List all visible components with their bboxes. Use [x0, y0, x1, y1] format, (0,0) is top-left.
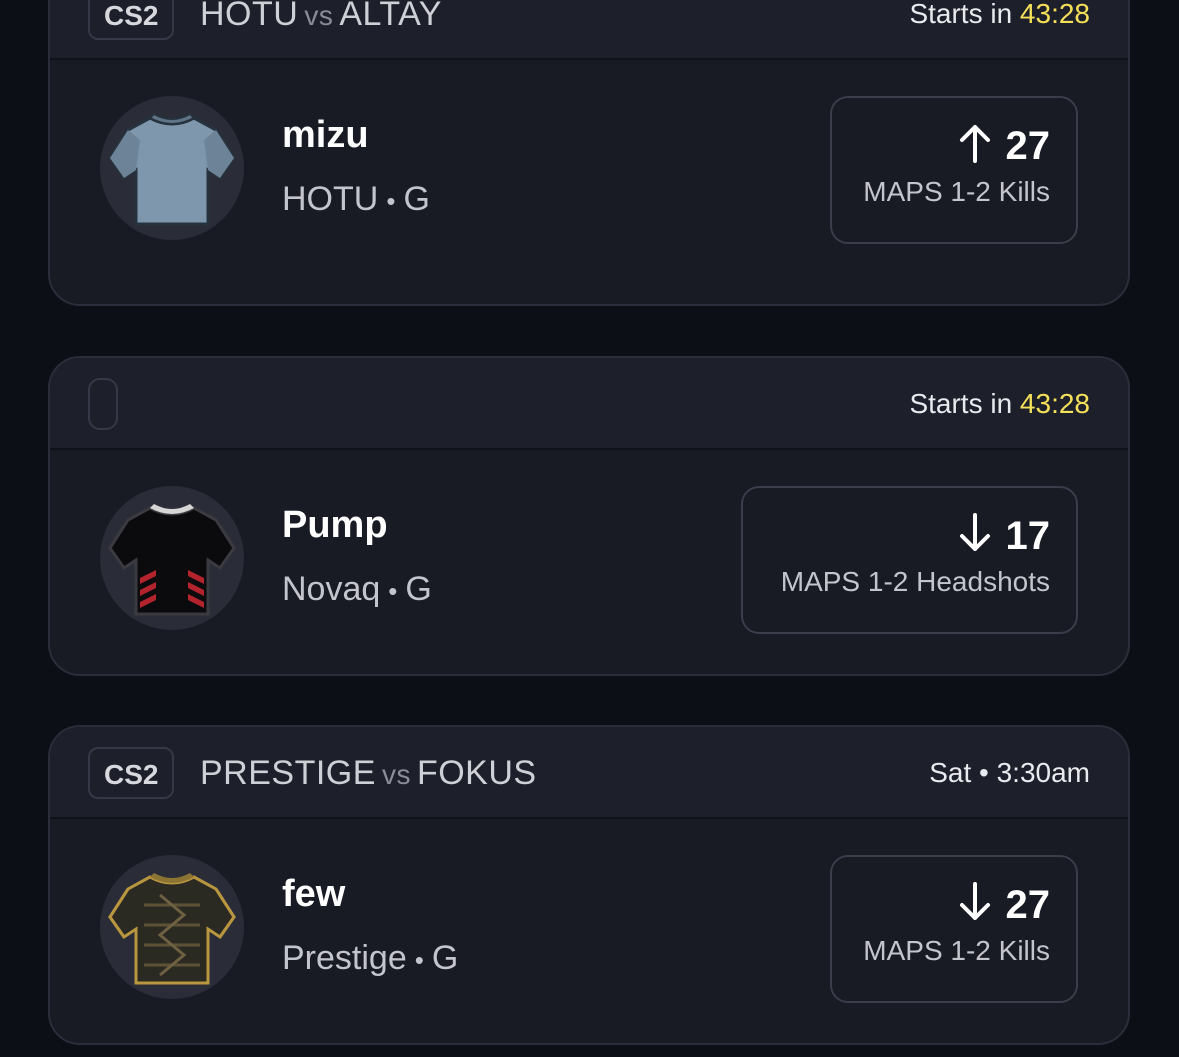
- prop-card-pump[interactable]: Starts in 43:28 Pump Novaq • G 17 MAPS 1…: [48, 356, 1130, 676]
- league-badge: CS2: [88, 747, 175, 799]
- player-team-position: HOTU • G: [282, 180, 430, 219]
- jersey-icon: [108, 873, 236, 985]
- team-a-name: HOTU: [200, 0, 299, 33]
- jersey-avatar: [100, 486, 244, 630]
- prop-card-few[interactable]: CS2 PRESTIGE vs FOKUS Sat • 3:30am few Pre…: [48, 725, 1130, 1045]
- prop-line-value: 27: [1005, 883, 1051, 927]
- prop-stat-label: MAPS 1-2 Kills: [863, 176, 1050, 207]
- player-row: mizu HOTU • G 27 MAPS 1-2 Kills: [50, 60, 1128, 282]
- separator-dot: •: [414, 944, 424, 975]
- player-position: G: [403, 180, 430, 218]
- start-time: Starts in 43:28: [909, 0, 1090, 44]
- player-position: G: [431, 939, 459, 977]
- matchup-title: PRESTIGE vs FOKUS: [200, 743, 537, 803]
- prop-line-button[interactable]: 27 MAPS 1-2 Kills: [830, 96, 1078, 244]
- arrow-up-icon: [959, 125, 990, 163]
- team-b-name: ALTAY: [339, 0, 442, 33]
- prop-line-value-row: 27: [858, 120, 1050, 172]
- player-name: Pump: [282, 504, 388, 546]
- start-time: Sat • 3:30am: [929, 743, 1090, 803]
- prop-line-button[interactable]: 17 MAPS 1-2 Headshots: [741, 486, 1078, 634]
- player-name: mizu: [282, 114, 369, 156]
- player-team-position: Prestige • G: [282, 939, 458, 978]
- jersey-icon: [108, 112, 236, 226]
- player-team: HOTU: [282, 180, 379, 218]
- vs-label: vs: [381, 759, 411, 790]
- match-header: Starts in 43:28: [50, 358, 1128, 450]
- prop-card-mizu[interactable]: CS2 HOTU vs ALTAY Starts in 43:28 mizu HOT…: [48, 0, 1130, 306]
- match-header: CS2 PRESTIGE vs FOKUS Sat • 3:30am: [50, 727, 1128, 819]
- arrow-down-icon: [959, 882, 990, 920]
- prop-stat-label: MAPS 1-2 Headshots: [780, 566, 1050, 597]
- countdown-timer: 43:28: [1019, 388, 1090, 419]
- team-a-name: PRESTIGE: [200, 754, 376, 792]
- player-team: Prestige: [282, 939, 407, 977]
- league-badge-empty: [88, 378, 118, 430]
- jersey-icon: [108, 504, 236, 616]
- jersey-avatar: [100, 855, 244, 999]
- countdown-timer: 43:28: [1019, 0, 1090, 29]
- player-team-position: Novaq • G: [282, 570, 432, 609]
- match-header: CS2 HOTU vs ALTAY Starts in 43:28: [50, 0, 1128, 60]
- player-row: Pump Novaq • G 17 MAPS 1-2 Headshots: [50, 450, 1128, 672]
- matchup-title: HOTU vs ALTAY: [200, 0, 442, 44]
- start-day-time: Sat • 3:30am: [929, 757, 1090, 788]
- prop-line-value-row: 17: [769, 510, 1050, 562]
- prop-line-value: 27: [1005, 124, 1051, 168]
- team-b-name: FOKUS: [416, 754, 537, 792]
- starts-label: Starts in: [909, 388, 1013, 419]
- league-badge: CS2: [88, 0, 175, 40]
- starts-label: Starts in: [909, 0, 1013, 29]
- separator-dot: •: [388, 575, 398, 606]
- player-row: few Prestige • G 27 MAPS 1-2 Kills: [50, 819, 1128, 1041]
- prop-stat-label: MAPS 1-2 Kills: [863, 935, 1050, 966]
- start-time: Starts in 43:28: [909, 374, 1090, 434]
- prop-line-value: 17: [1005, 514, 1051, 558]
- prop-line-value-row: 27: [858, 879, 1050, 931]
- player-name: few: [282, 873, 346, 915]
- prop-line-button[interactable]: 27 MAPS 1-2 Kills: [830, 855, 1078, 1003]
- separator-dot: •: [386, 185, 396, 216]
- jersey-avatar: [100, 96, 244, 240]
- vs-label: vs: [304, 0, 334, 31]
- arrow-down-icon: [959, 513, 990, 551]
- player-team: Novaq: [282, 570, 381, 608]
- player-position: G: [405, 570, 432, 608]
